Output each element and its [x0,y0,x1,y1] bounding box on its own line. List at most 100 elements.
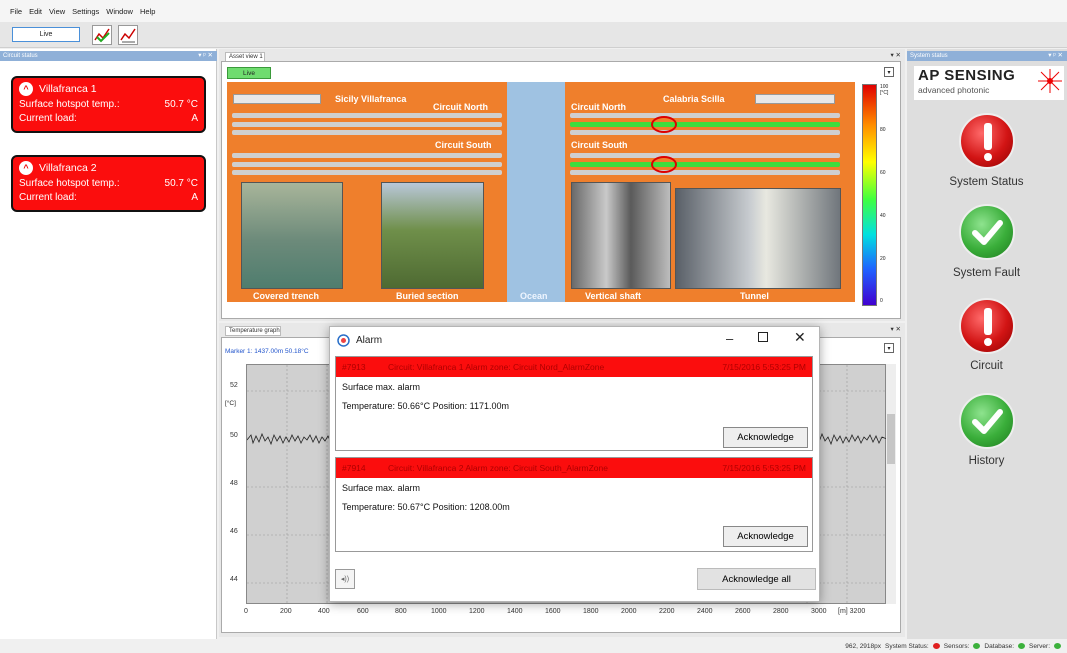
server-dot-icon [1054,643,1061,649]
alarm-time: 7/15/2016 5:53:25 PM [722,362,806,372]
x-tick: 1800 [583,608,599,615]
graph-check-icon [94,28,110,43]
x-tick: 1600 [545,608,561,615]
y-tick: 52 [230,382,238,389]
x-tick: 2200 [659,608,675,615]
circuit-card-villafranca-1[interactable]: ^ Villafranca 1 Surface hotspot temp.: 50.… [11,76,206,133]
alarm-type: Surface max. alarm [342,483,421,493]
system-status-label: System Status [949,176,1024,188]
tunnel-photo [675,188,841,289]
circuit-error-icon[interactable] [959,298,1015,354]
cable-bar [232,113,502,118]
maximize-icon[interactable] [758,332,768,342]
tunnel-label: Tunnel [740,291,769,301]
scale-tick: 60 [880,170,886,176]
chevron-up-icon[interactable]: ^ [19,161,33,175]
asset-view-canvas: Live ▾ Sicily Villafranca Circuit North … [221,61,901,319]
x-tick: 2000 [621,608,637,615]
system-status-dot-icon [932,643,940,649]
menu-window[interactable]: Window [106,7,133,16]
sound-mute-button[interactable]: ◂)) [335,569,355,589]
menu-file[interactable]: File [10,7,22,16]
alarm-detail: Temperature: 50.67°C Position: 1208.00m [342,502,510,512]
panel-close-icon[interactable]: ▾ ᵖ ✕ [198,51,213,59]
acknowledge-button[interactable]: Acknowledge [723,526,808,547]
cable-bar [570,170,840,175]
alarm-entry: #7913 Circuit: Villafranca 1 Alarm zone:… [335,356,813,451]
alarm-detail: Temperature: 50.66°C Position: 1171.00m [342,401,510,411]
laser-burst-icon [1038,69,1062,93]
brand-logo: AP SENSING advanced photonic [914,66,1064,100]
circuit-card-villafranca-2[interactable]: ^ Villafranca 2 Surface hotspot temp.: 50.… [11,155,206,212]
menu-settings[interactable]: Settings [72,7,99,16]
history-ok-icon[interactable] [959,393,1015,449]
x-tick: 1000 [431,608,447,615]
graph-check-button[interactable] [92,25,112,45]
system-fault-ok-icon[interactable] [959,204,1015,260]
circuit-status-title: Circuit status ▾ ᵖ ✕ [0,51,217,61]
graph-alert-icon [120,28,136,43]
buried-section-label: Buried section [396,291,459,301]
sensor-device-icon [755,94,835,104]
hotspot-value: 50.7 °C [164,178,198,189]
temperature-graph-tab[interactable]: Temperature graph [225,326,281,336]
calabria-circuit-south: Circuit South [571,140,628,150]
system-status-error-icon[interactable] [959,113,1015,169]
live-badge[interactable]: Live [227,67,271,79]
system-status-indicator-label: System Status: [885,642,929,650]
vertical-scrollbar[interactable] [886,364,896,604]
x-tick: 800 [395,608,407,615]
panel-close-icon[interactable]: ▾ ᵖ ✕ [1048,51,1063,59]
x-axis-ticks: 0 200 400 600 800 1000 1200 1400 1600 18… [240,608,900,618]
close-icon[interactable]: ✕ [794,329,806,346]
alarm-type: Surface max. alarm [342,382,421,392]
menu-view[interactable]: View [49,7,65,16]
sicily-area: Sicily Villafranca Circuit North Circuit… [227,82,507,302]
graph-close-icon[interactable]: ▾ ✕ [890,325,901,333]
menu-bar: File Edit View Settings Window Help [0,0,1067,22]
scale-tick: 0 [880,298,883,304]
alarm-title: Alarm [356,334,383,346]
scrollbar-thumb[interactable] [887,414,895,464]
marker-readout: Marker 1: 1437.00m 50.18°C [225,348,309,355]
circuit-label: Circuit [970,360,1003,372]
x-tick: 0 [244,608,248,615]
vertical-shaft-label: Vertical shaft [585,291,642,301]
system-status-title: System status ▾ ᵖ ✕ [907,51,1067,61]
alarm-app-icon [337,333,350,347]
acknowledge-button[interactable]: Acknowledge [723,427,808,448]
calabria-area: Calabria Scilla Circuit North Circuit So… [565,82,855,302]
hotspot-marker-icon[interactable] [651,156,677,173]
load-label: Current load: [19,192,77,203]
alarm-id: #7913 [342,362,366,372]
vertical-shaft-photo [571,182,671,289]
calabria-title: Calabria Scilla [663,94,725,104]
x-tick: 1400 [507,608,523,615]
cable-bar [570,130,840,135]
minimize-icon[interactable]: – [726,331,733,346]
mode-select[interactable]: Live [12,27,80,42]
cable-bar [232,162,502,167]
system-status-title-text: System status [910,53,948,59]
asset-view-close-icon[interactable]: ▾ ✕ [890,51,901,59]
x-tick: 400 [318,608,330,615]
graph-alert-button[interactable] [118,25,138,45]
dropdown-icon[interactable]: ▾ [884,343,894,353]
cursor-coords: 962, 2918px [845,642,882,650]
brand-subtitle: advanced photonic [918,85,990,95]
covered-trench-label: Covered trench [253,291,320,301]
dropdown-icon[interactable]: ▾ [884,67,894,77]
hotspot-value: 50.7 °C [164,99,198,110]
acknowledge-all-button[interactable]: Acknowledge all [697,568,816,590]
sensors-indicator-label: Sensors: [943,642,970,650]
hotspot-marker-icon[interactable] [651,116,677,133]
load-unit: A [191,192,198,203]
alarm-dialog: Alarm – ✕ #7913 Circuit: Villafranca 1 A… [329,326,820,602]
alarm-id: #7914 [342,463,366,473]
x-tick: 2400 [697,608,713,615]
database-indicator-label: Database: [984,642,1015,650]
menu-help[interactable]: Help [140,7,155,16]
chevron-up-icon[interactable]: ^ [19,82,33,96]
menu-edit[interactable]: Edit [29,7,42,16]
history-label: History [968,455,1005,467]
